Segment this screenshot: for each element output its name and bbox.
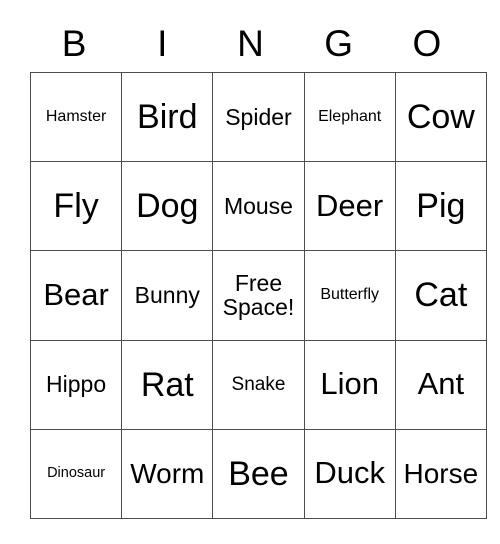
bingo-row: Hippo Rat Snake Lion Ant [29, 339, 487, 430]
bingo-cell-label: Cat [414, 276, 468, 315]
bingo-cell[interactable]: Mouse [212, 161, 305, 252]
bingo-cell[interactable]: Cow [394, 71, 487, 163]
bingo-cell[interactable]: Butterfly [303, 250, 396, 341]
bingo-card: B I N G O Hamster Bird Spider Elephant C… [29, 14, 487, 519]
bingo-header-letter-i: I [157, 22, 168, 64]
bingo-cell[interactable]: Hippo [29, 339, 123, 430]
bingo-cell-label: Dinosaur [47, 465, 106, 482]
bingo-cell[interactable]: Spider [212, 71, 305, 163]
bingo-cell-label: Bunny [134, 282, 200, 309]
bingo-cell-free-space[interactable]: Free Space! [212, 250, 305, 341]
bingo-cell-label: Horse [403, 458, 479, 489]
bingo-cell[interactable]: Bee [212, 428, 305, 519]
bingo-row: Hamster Bird Spider Elephant Cow [29, 71, 487, 163]
bingo-cell-label: Butterfly [320, 285, 379, 303]
bingo-cell[interactable]: Bunny [121, 250, 214, 341]
bingo-cell-label: Rat [140, 365, 194, 404]
bingo-grid: Hamster Bird Spider Elephant Cow Fly Dog… [29, 71, 487, 519]
bingo-header-letter-b: B [61, 22, 87, 64]
bingo-cell[interactable]: Dog [121, 161, 214, 252]
bingo-cell[interactable]: Duck [303, 428, 396, 519]
bingo-cell-label: Spider [225, 103, 292, 130]
bingo-cell-label: Snake [231, 373, 286, 395]
bingo-cell[interactable]: Pig [394, 161, 487, 252]
bingo-cell-label: Pig [416, 187, 466, 226]
bingo-cell[interactable]: Dinosaur [29, 428, 123, 519]
bingo-cell[interactable]: Horse [394, 428, 487, 519]
bingo-cell-label: Free Space! [222, 270, 295, 321]
bingo-cell-label: Duck [314, 455, 385, 491]
bingo-cell-label: Deer [316, 187, 384, 223]
bingo-cell[interactable]: Bear [29, 250, 123, 341]
bingo-header-letter-o: O [412, 22, 442, 64]
bingo-cell[interactable]: Deer [303, 161, 396, 252]
bingo-cell[interactable]: Hamster [29, 71, 123, 163]
bingo-cell[interactable]: Snake [212, 339, 305, 430]
bingo-cell-label: Hamster [45, 107, 107, 125]
bingo-row: Fly Dog Mouse Deer Pig [29, 161, 487, 252]
bingo-cell-label: Hippo [46, 371, 107, 398]
bingo-row: Dinosaur Worm Bee Duck Horse [29, 428, 487, 519]
bingo-cell-label: Dog [136, 187, 199, 226]
bingo-cell-label: Ant [417, 366, 465, 402]
bingo-cell-label: Bee [228, 454, 289, 493]
bingo-cell-label: Fly [53, 187, 99, 226]
bingo-cell-label: Cow [406, 98, 475, 137]
bingo-cell-label: Worm [130, 458, 205, 489]
bingo-cell[interactable]: Fly [29, 161, 123, 252]
bingo-header-letter-g: G [324, 22, 354, 64]
bingo-cell-label: Bird [137, 98, 198, 137]
bingo-cell[interactable]: Worm [121, 428, 214, 519]
bingo-cell-label: Elephant [318, 107, 382, 125]
bingo-cell[interactable]: Cat [394, 250, 487, 341]
bingo-row: Bear Bunny Free Space! Butterfly Cat [29, 250, 487, 341]
bingo-header-row: B I N G O [30, 14, 471, 72]
bingo-cell-label: Bear [43, 277, 109, 313]
bingo-cell-label: Mouse [223, 193, 293, 220]
bingo-cell[interactable]: Bird [121, 71, 214, 163]
bingo-cell[interactable]: Elephant [303, 71, 396, 163]
bingo-cell[interactable]: Rat [121, 339, 214, 430]
bingo-cell-label: Lion [320, 366, 379, 402]
bingo-cell[interactable]: Ant [394, 339, 487, 430]
bingo-cell[interactable]: Lion [303, 339, 396, 430]
bingo-header-letter-n: N [237, 22, 264, 64]
